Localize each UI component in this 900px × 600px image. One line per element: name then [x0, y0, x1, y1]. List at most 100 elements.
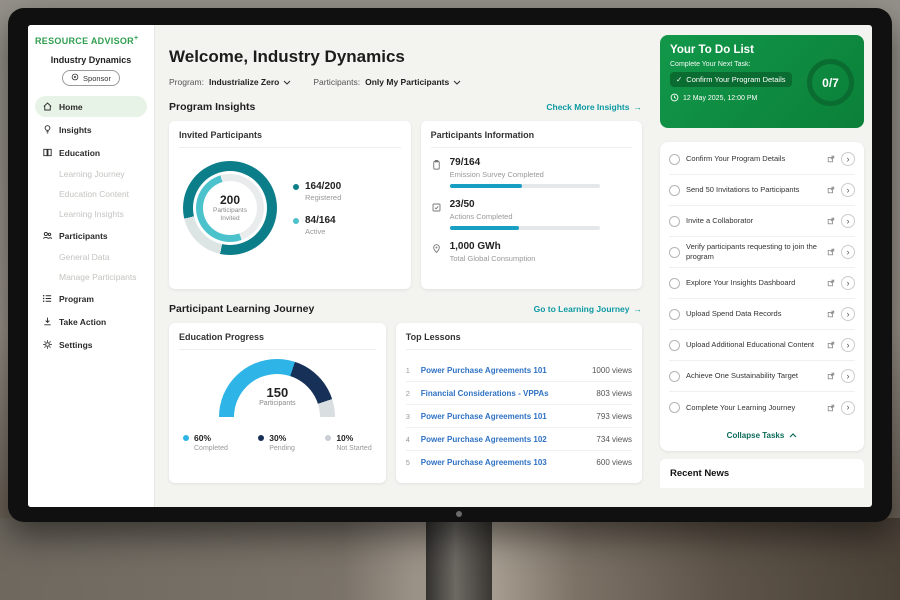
task-checkbox[interactable] — [669, 154, 680, 165]
chevron-down-icon — [453, 80, 461, 85]
task-row-confirm-program[interactable]: Confirm Your Program Details › — [669, 144, 855, 175]
todo-progress-badge: 0/7 — [807, 59, 854, 106]
task-row-verify-participants[interactable]: Verify participants requesting to join t… — [669, 237, 855, 268]
chevron-right-icon[interactable]: › — [841, 401, 855, 415]
task-checkbox[interactable] — [669, 185, 680, 196]
sidebar-item-settings[interactable]: Settings — [35, 334, 147, 355]
chevron-right-icon[interactable]: › — [841, 245, 855, 259]
gauge-legend: 60% Completed 30% Pending 10% Not Starte… — [179, 433, 376, 452]
lesson-rank: 3 — [406, 412, 414, 421]
lesson-views: 1000 views — [592, 366, 632, 375]
invited-total: 200 — [220, 193, 240, 207]
task-row-achieve-sustainability-target[interactable]: Achieve One Sustainability Target › — [669, 361, 855, 392]
sidebar-item-education[interactable]: Education — [35, 142, 147, 163]
external-link-icon[interactable] — [827, 279, 835, 287]
sidebar-item-label: Insights — [59, 125, 92, 135]
chevron-right-icon[interactable]: › — [841, 338, 855, 352]
task-checkbox[interactable] — [669, 371, 680, 382]
check-more-insights-link[interactable]: Check More Insights → — [546, 102, 642, 112]
due-date-label: 12 May 2025, 12:00 PM — [683, 95, 757, 102]
external-link-icon[interactable] — [827, 217, 835, 225]
collapse-tasks-label: Collapse Tasks — [727, 431, 785, 440]
app-window: RESOURCE ADVISOR+ Industry Dynamics Spon… — [28, 25, 872, 507]
sidebar-item-take-action[interactable]: Take Action — [35, 311, 147, 332]
top-lessons-card: Top Lessons 1 Power Purchase Agreements … — [396, 323, 642, 483]
chevron-right-icon[interactable]: › — [841, 369, 855, 383]
task-checkbox[interactable] — [669, 278, 680, 289]
program-filter: Program: Industrialize Zero — [169, 77, 291, 87]
sidebar-item-learning-journey[interactable]: Learning Journey — [35, 165, 147, 183]
legend-item-pending: 30% Pending — [258, 433, 295, 452]
emission-survey-label: Emission Survey Completed — [450, 170, 600, 179]
lesson-link[interactable]: Financial Considerations - VPPAs — [421, 389, 590, 398]
sidebar-item-general-data[interactable]: General Data — [35, 248, 147, 266]
education-progress-gauge: 150 Participants — [219, 359, 335, 417]
external-link-icon[interactable] — [827, 310, 835, 318]
external-link-icon[interactable] — [827, 248, 835, 256]
sidebar-item-label: Learning Journey — [59, 169, 125, 179]
invited-participants-card: Invited Participants 200 Participants In… — [169, 121, 411, 289]
participants-select[interactable]: Only My Participants — [365, 77, 461, 87]
home-icon — [42, 101, 53, 112]
sidebar-item-home[interactable]: Home — [35, 96, 147, 117]
sidebar-item-insights[interactable]: Insights — [35, 119, 147, 140]
todo-title: Your To Do List — [670, 44, 854, 56]
next-task-chip[interactable]: ✓ Confirm Your Program Details — [670, 72, 792, 87]
task-checkbox[interactable] — [669, 247, 680, 258]
legend-label: Completed — [194, 445, 228, 452]
collapse-tasks-button[interactable]: Collapse Tasks — [669, 423, 855, 449]
lesson-link[interactable]: Power Purchase Agreements 102 — [421, 435, 590, 444]
task-checkbox[interactable] — [669, 216, 680, 227]
chevron-right-icon[interactable]: › — [841, 214, 855, 228]
task-checkbox[interactable] — [669, 340, 680, 351]
lesson-views: 793 views — [596, 412, 632, 421]
external-link-icon[interactable] — [827, 155, 835, 163]
global-consumption-row: 1,000 GWh Total Global Consumption — [431, 241, 632, 268]
actions-completed-value: 23/50 — [450, 199, 600, 210]
chevron-right-icon[interactable]: › — [841, 152, 855, 166]
gauge-center: 150 Participants — [219, 385, 335, 407]
task-row-send-invitations[interactable]: Send 50 Invitations to Participants › — [669, 175, 855, 206]
task-row-upload-educational-content[interactable]: Upload Additional Educational Content › — [669, 330, 855, 361]
next-task-label: Confirm Your Program Details — [686, 75, 785, 84]
lesson-link[interactable]: Power Purchase Agreements 101 — [421, 412, 590, 421]
sidebar-item-learning-insights[interactable]: Learning Insights — [35, 205, 147, 223]
program-select[interactable]: Industrialize Zero — [209, 77, 291, 87]
task-label: Confirm Your Program Details — [686, 154, 821, 164]
task-label: Upload Additional Educational Content — [686, 340, 821, 350]
link-label: Check More Insights — [546, 102, 629, 112]
external-link-icon[interactable] — [827, 372, 835, 380]
task-row-upload-spend-data[interactable]: Upload Spend Data Records › — [669, 299, 855, 330]
clipboard-icon — [431, 158, 442, 188]
link-label: Go to Learning Journey — [534, 304, 630, 314]
sidebar-item-label: Participants — [59, 231, 108, 241]
external-link-icon[interactable] — [827, 404, 835, 412]
monitor-bezel: RESOURCE ADVISOR+ Industry Dynamics Spon… — [8, 8, 892, 522]
gauge-value: 150 — [219, 385, 335, 400]
chevron-right-icon[interactable]: › — [841, 276, 855, 290]
sidebar-item-manage-participants[interactable]: Manage Participants — [35, 268, 147, 286]
go-to-learning-journey-link[interactable]: Go to Learning Journey → — [534, 304, 642, 314]
lesson-link[interactable]: Power Purchase Agreements 103 — [421, 458, 590, 467]
lesson-views: 803 views — [596, 389, 632, 398]
task-checkbox[interactable] — [669, 402, 680, 413]
sidebar-item-participants[interactable]: Participants — [35, 225, 147, 246]
global-consumption-value: 1,000 GWh — [450, 241, 536, 252]
lesson-link[interactable]: Power Purchase Agreements 101 — [421, 366, 585, 375]
arrow-right-icon: → — [634, 304, 643, 314]
card-title: Top Lessons — [406, 323, 632, 350]
legend-item-not-started: 10% Not Started — [325, 433, 371, 452]
sidebar-item-label: Education Content — [59, 189, 129, 199]
task-checkbox[interactable] — [669, 309, 680, 320]
external-link-icon[interactable] — [827, 186, 835, 194]
external-link-icon[interactable] — [827, 341, 835, 349]
sidebar-item-education-content[interactable]: Education Content — [35, 185, 147, 203]
chevron-right-icon[interactable]: › — [841, 183, 855, 197]
sponsor-badge[interactable]: Sponsor — [62, 70, 120, 86]
task-row-invite-collaborator[interactable]: Invite a Collaborator › — [669, 206, 855, 237]
chevron-right-icon[interactable]: › — [841, 307, 855, 321]
task-row-complete-learning-journey[interactable]: Complete Your Learning Journey › — [669, 392, 855, 423]
task-row-explore-insights[interactable]: Explore Your Insights Dashboard › — [669, 268, 855, 299]
sidebar-item-program[interactable]: Program — [35, 288, 147, 309]
lesson-views: 600 views — [596, 458, 632, 467]
